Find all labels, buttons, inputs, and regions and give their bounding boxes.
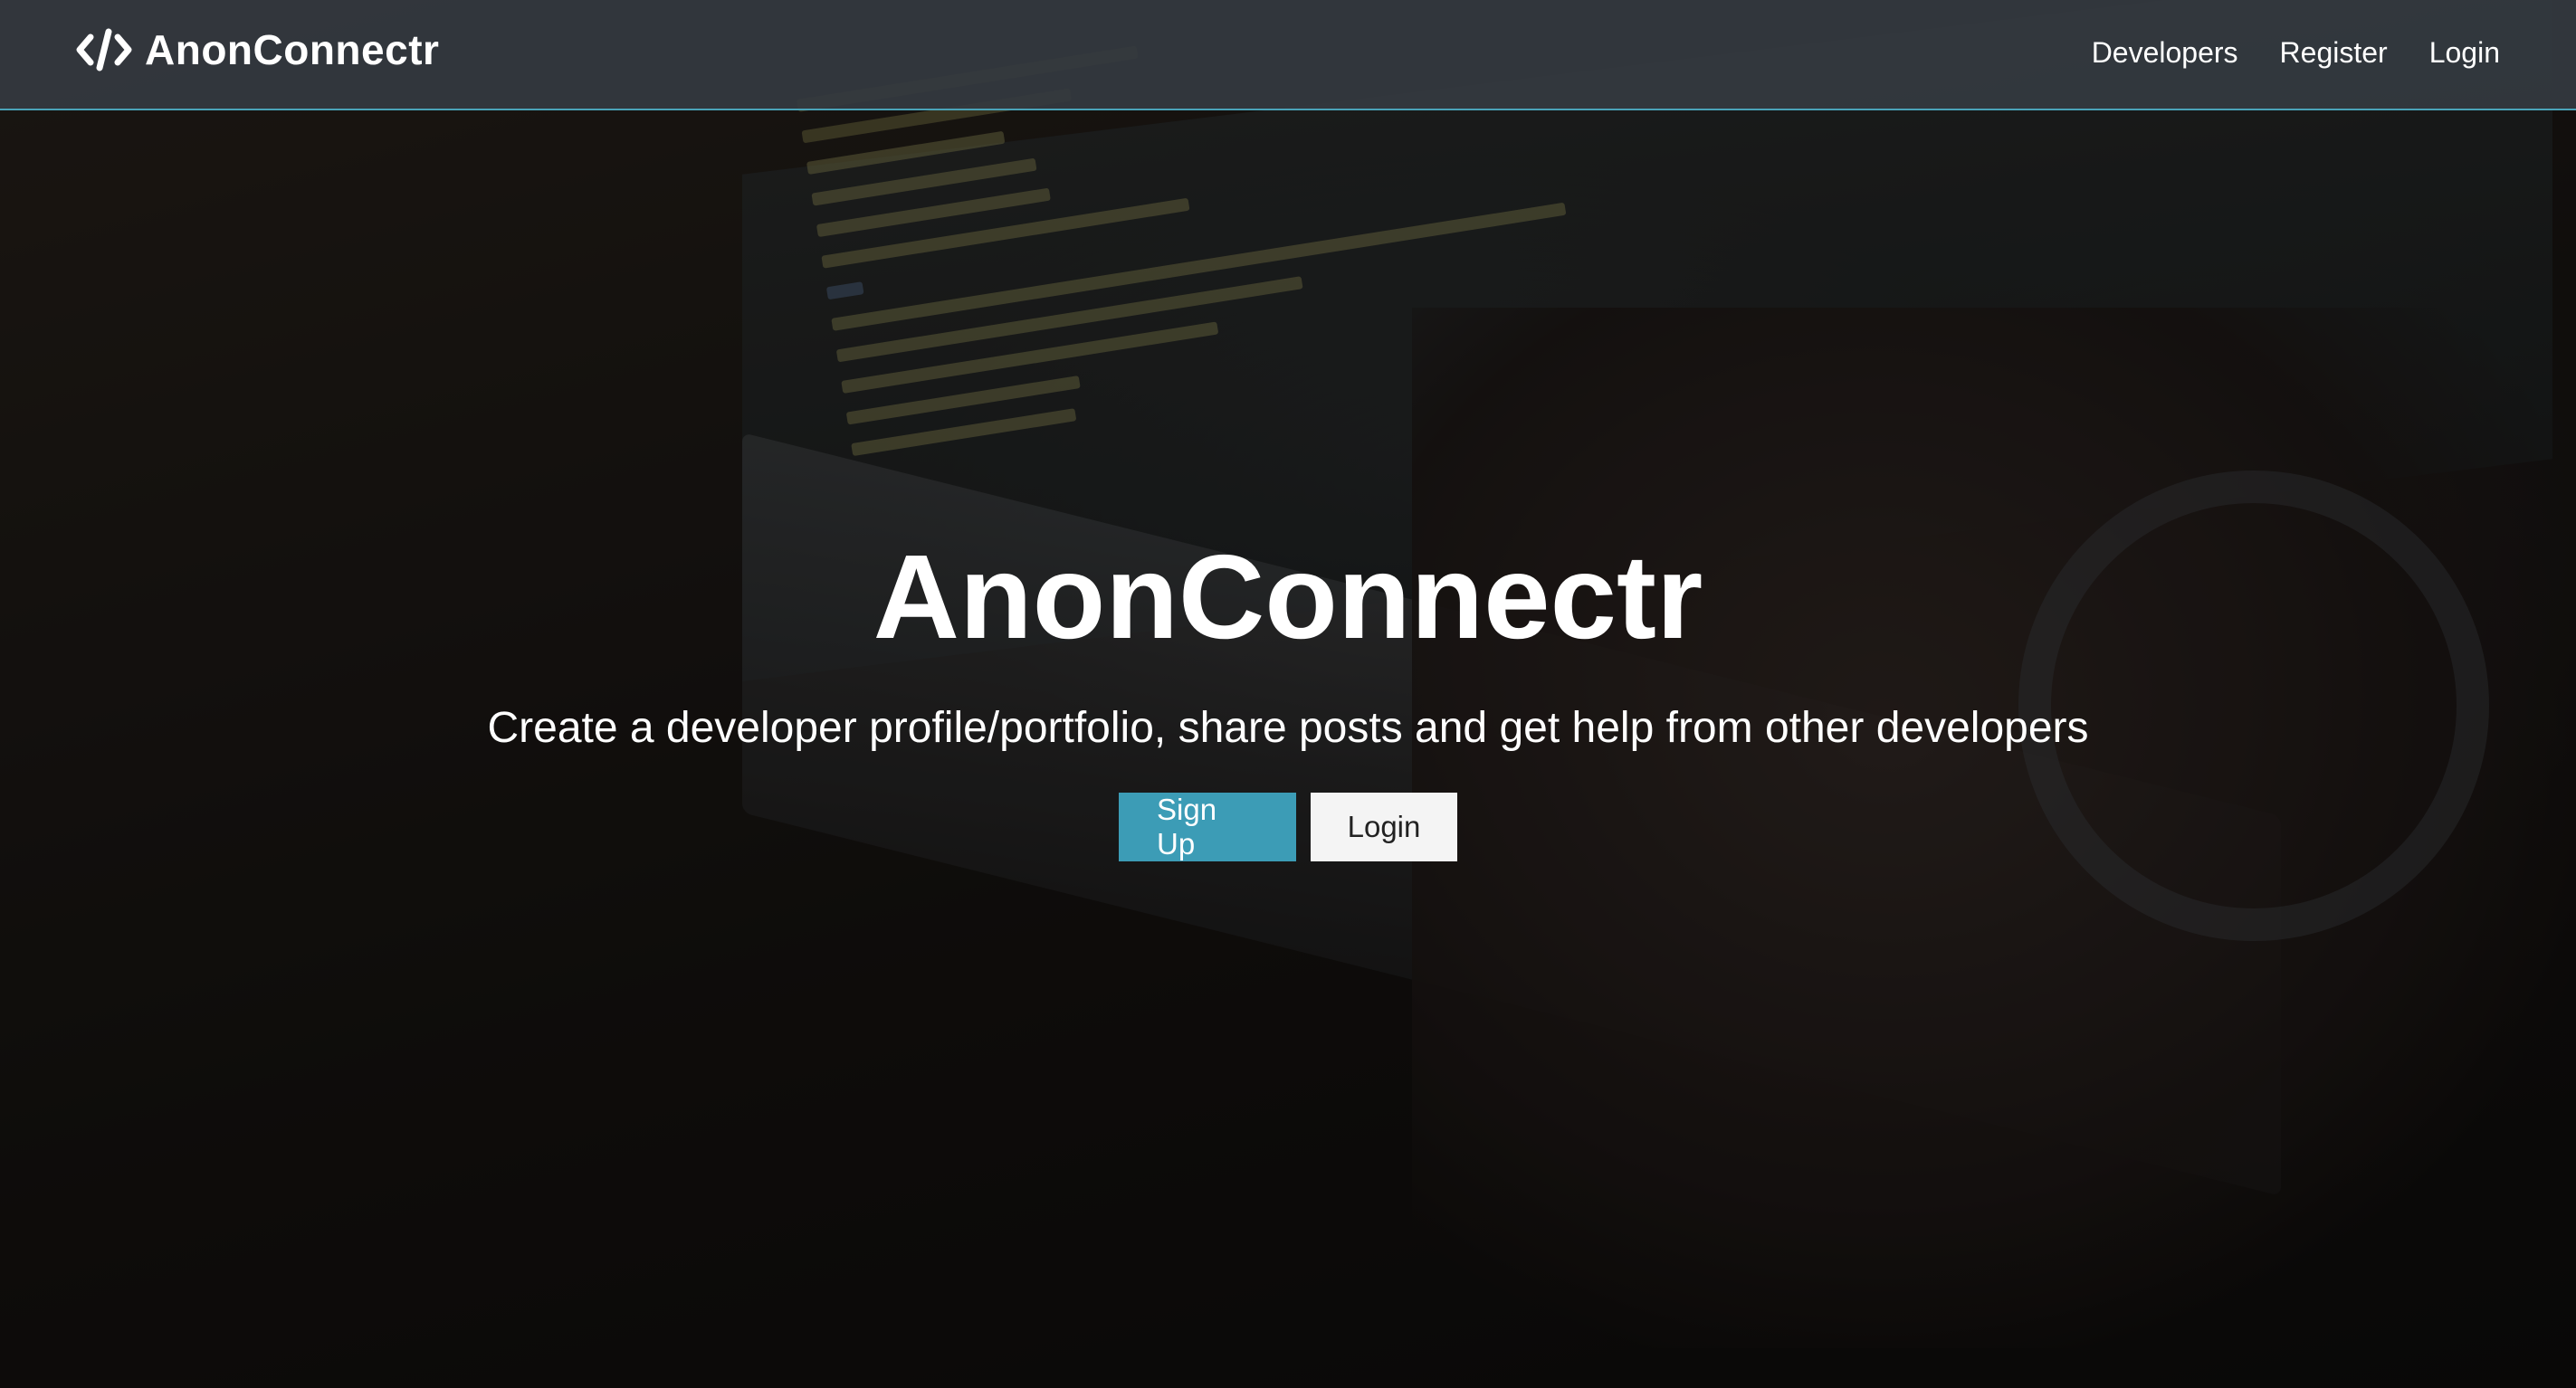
navbar: AnonConnectr Developers Register Login bbox=[0, 0, 2576, 110]
brand-name: AnonConnectr bbox=[145, 26, 440, 73]
hero-section: AnonConnectr Create a developer profile/… bbox=[0, 0, 2576, 1388]
nav-register-link[interactable]: Register bbox=[2280, 36, 2388, 70]
nav-links: Developers Register Login bbox=[2092, 36, 2500, 70]
signup-button[interactable]: Sign Up bbox=[1119, 793, 1296, 861]
landing-page: AnonConnectr Developers Register Login A… bbox=[0, 0, 2576, 1388]
login-button[interactable]: Login bbox=[1311, 793, 1457, 861]
brand-link[interactable]: AnonConnectr bbox=[76, 25, 439, 74]
code-icon bbox=[76, 28, 132, 71]
hero-lead-text: Create a developer profile/portfolio, sh… bbox=[487, 704, 2089, 752]
hero-title: AnonConnectr bbox=[873, 530, 1703, 663]
nav-login-link[interactable]: Login bbox=[2429, 36, 2500, 70]
nav-developers-link[interactable]: Developers bbox=[2092, 36, 2238, 70]
hero-buttons: Sign Up Login bbox=[0, 793, 2576, 861]
